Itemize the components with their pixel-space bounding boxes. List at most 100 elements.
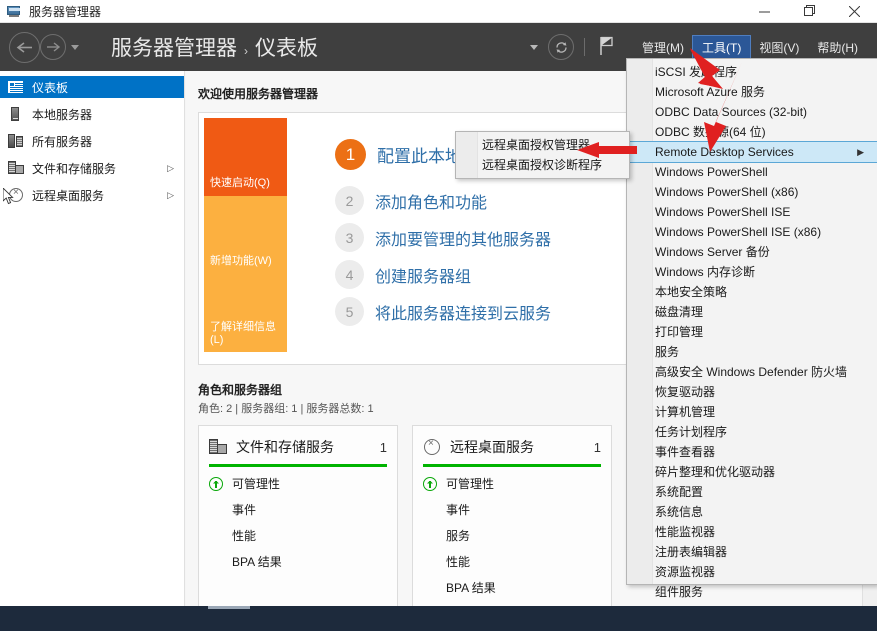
chevron-right-icon[interactable]: ▷ xyxy=(167,190,174,201)
tools-menu-item[interactable]: 碎片整理和优化驱动器 xyxy=(627,462,877,482)
tile-learn-more[interactable]: 了解详细信息(L) xyxy=(204,274,287,352)
local-server-icon xyxy=(8,107,24,121)
sidebar-item-local-server[interactable]: 本地服务器 xyxy=(0,103,184,125)
refresh-icon[interactable] xyxy=(548,34,574,60)
tools-menu-item-label: Windows Server 备份 xyxy=(655,245,770,259)
close-button[interactable] xyxy=(832,0,877,23)
card-row-manageability[interactable]: 可管理性 xyxy=(209,475,387,492)
tools-menu-item-label: Windows PowerShell ISE (x86) xyxy=(655,225,822,239)
tools-menu-item[interactable]: Windows PowerShell ISE xyxy=(627,202,877,222)
tools-menu-item[interactable]: 资源监视器 xyxy=(627,562,877,582)
breadcrumb-separator-icon: › xyxy=(244,44,248,58)
taskbar[interactable] xyxy=(0,606,877,631)
sidebar-item-label: 所有服务器 xyxy=(32,134,93,149)
window-title: 服务器管理器 xyxy=(29,4,102,19)
tools-menu-item[interactable]: Windows PowerShell (x86) xyxy=(627,182,877,202)
menu-item-manage[interactable]: 管理(M) xyxy=(633,36,693,59)
step-number: 2 xyxy=(335,186,364,215)
tools-menu-item[interactable]: Remote Desktop Services ▶ xyxy=(626,141,877,163)
sidebar-item-all-servers[interactable]: 所有服务器 xyxy=(0,130,184,152)
sidebar-item-remote-desktop-services[interactable]: 远程桌面服务 ▷ xyxy=(0,184,184,206)
tile-quick-start[interactable]: 快速启动(Q) xyxy=(204,118,287,196)
window-controls xyxy=(742,0,877,23)
red-arrow-pointing-to-remote-desktop-services xyxy=(690,60,746,156)
breadcrumb-root[interactable]: 服务器管理器 xyxy=(111,32,237,62)
sidebar-item-label: 本地服务器 xyxy=(32,107,93,122)
sidebar-item-dashboard[interactable]: 仪表板 xyxy=(0,76,184,98)
menu-item-help[interactable]: 帮助(H) xyxy=(808,36,867,59)
all-servers-icon xyxy=(8,134,24,148)
card-header: 文件和存储服务 1 xyxy=(209,435,387,459)
tools-menu-item[interactable]: Windows PowerShell ISE (x86) xyxy=(627,222,877,242)
tools-menu-item[interactable]: 性能监视器 xyxy=(627,522,877,542)
step-label[interactable]: 添加角色和功能 xyxy=(375,189,487,213)
card-row-performance[interactable]: 性能 xyxy=(423,553,601,570)
step-label[interactable]: 添加要管理的其他服务器 xyxy=(375,226,551,250)
card-row-bpa-results[interactable]: BPA 结果 xyxy=(209,553,387,570)
breadcrumb-overflow-caret-icon[interactable] xyxy=(530,44,538,50)
card-row-bpa-results[interactable]: BPA 结果 xyxy=(423,579,601,596)
card-row-services[interactable]: 服务 xyxy=(423,527,601,544)
tools-menu-item[interactable]: 系统配置 xyxy=(627,482,877,502)
tools-menu-item[interactable]: 磁盘清理 xyxy=(627,302,877,322)
card-row-label: 事件 xyxy=(232,503,257,517)
card-row-manageability[interactable]: 可管理性 xyxy=(423,475,601,492)
red-arrow-pointing-to-licensing-manager xyxy=(575,141,637,161)
tools-menu-item[interactable]: 任务计划程序 xyxy=(627,422,877,442)
role-card-file-and-storage-services[interactable]: 文件和存储服务 1 可管理性 事件 性能 BPA 结果 xyxy=(198,425,398,606)
card-row-performance[interactable]: 性能 xyxy=(209,527,387,544)
tools-menu-item-label: 碎片整理和优化驱动器 xyxy=(655,465,776,479)
card-title: 文件和存储服务 xyxy=(236,439,334,455)
tools-menu-item[interactable]: Windows 内存诊断 xyxy=(627,262,877,282)
tools-menu-item[interactable]: 系统信息 xyxy=(627,502,877,522)
mouse-cursor xyxy=(2,186,15,208)
card-row-label: BPA 结果 xyxy=(232,555,282,569)
server-manager-icon xyxy=(7,4,23,18)
server-manager-window: 服务器管理器 服务器管理器 › 仪表板 管理(M) 工具(T) 视图(V) 帮助… xyxy=(0,0,877,631)
history-chevron-down-icon[interactable] xyxy=(71,44,79,50)
card-row-label: 性能 xyxy=(232,529,257,543)
forward-arrow-icon[interactable] xyxy=(40,34,66,60)
tools-menu-item[interactable]: 计算机管理 xyxy=(627,402,877,422)
tile-whats-new[interactable]: 新增功能(W) xyxy=(204,196,287,274)
tools-menu-item[interactable]: Windows Server 备份 xyxy=(627,242,877,262)
card-row-label: BPA 结果 xyxy=(446,581,496,595)
card-row-events[interactable]: 事件 xyxy=(423,501,601,518)
taskbar-active-indicator xyxy=(208,606,250,609)
minimize-button[interactable] xyxy=(742,0,787,23)
step-label[interactable]: 创建服务器组 xyxy=(375,263,471,287)
tools-menu-item[interactable]: 高级安全 Windows Defender 防火墙 xyxy=(627,362,877,382)
tools-menu-item[interactable]: 恢复驱动器 xyxy=(627,382,877,402)
card-row-events[interactable]: 事件 xyxy=(209,501,387,518)
status-bar-green xyxy=(209,464,387,467)
step-number: 5 xyxy=(335,297,364,326)
step-label[interactable]: 将此服务器连接到云服务 xyxy=(375,300,551,324)
role-card-remote-desktop-services[interactable]: 远程桌面服务 1 可管理性 事件 服务 性能 BPA 结果 xyxy=(412,425,612,606)
tools-menu-item-label: 资源监视器 xyxy=(655,565,716,579)
tools-menu-item[interactable]: 事件查看器 xyxy=(627,442,877,462)
tools-menu-item-label: Windows 内存诊断 xyxy=(655,265,756,279)
tools-menu-item[interactable]: Windows PowerShell xyxy=(627,162,877,182)
sidebar-item-file-and-storage-services[interactable]: 文件和存储服务 ▷ xyxy=(0,157,184,179)
tools-menu-item-label: 系统信息 xyxy=(655,505,704,519)
chevron-right-icon[interactable]: ▷ xyxy=(167,163,174,174)
tools-menu-item[interactable]: 本地安全策略 xyxy=(627,282,877,302)
tools-menu-item[interactable]: 打印管理 xyxy=(627,322,877,342)
maximize-restore-button[interactable] xyxy=(787,0,832,23)
step-number: 3 xyxy=(335,223,364,252)
card-row-label: 事件 xyxy=(446,503,471,517)
notifications-flag-icon[interactable] xyxy=(599,36,615,59)
tools-menu-item[interactable]: 组件服务 xyxy=(627,582,877,602)
tile-label: 快速启动(Q) xyxy=(210,177,270,189)
tools-menu-item[interactable]: 注册表编辑器 xyxy=(627,542,877,562)
tools-menu-item-label: 性能监视器 xyxy=(655,525,716,539)
tools-menu-item[interactable]: ODBC 数据源(64 位) xyxy=(627,122,877,142)
status-ok-icon xyxy=(423,476,437,491)
tools-menu-list: iSCSI 发起程序 Microsoft Azure 服务 ODBC Data So… xyxy=(626,59,877,602)
tools-menu-item[interactable]: ODBC Data Sources (32-bit) xyxy=(627,102,877,122)
card-row-label: 可管理性 xyxy=(232,477,281,491)
tools-menu-item[interactable]: 服务 xyxy=(627,342,877,362)
file-storage-icon xyxy=(8,161,24,175)
status-bar-green xyxy=(423,464,601,467)
back-arrow-icon[interactable] xyxy=(9,31,40,63)
